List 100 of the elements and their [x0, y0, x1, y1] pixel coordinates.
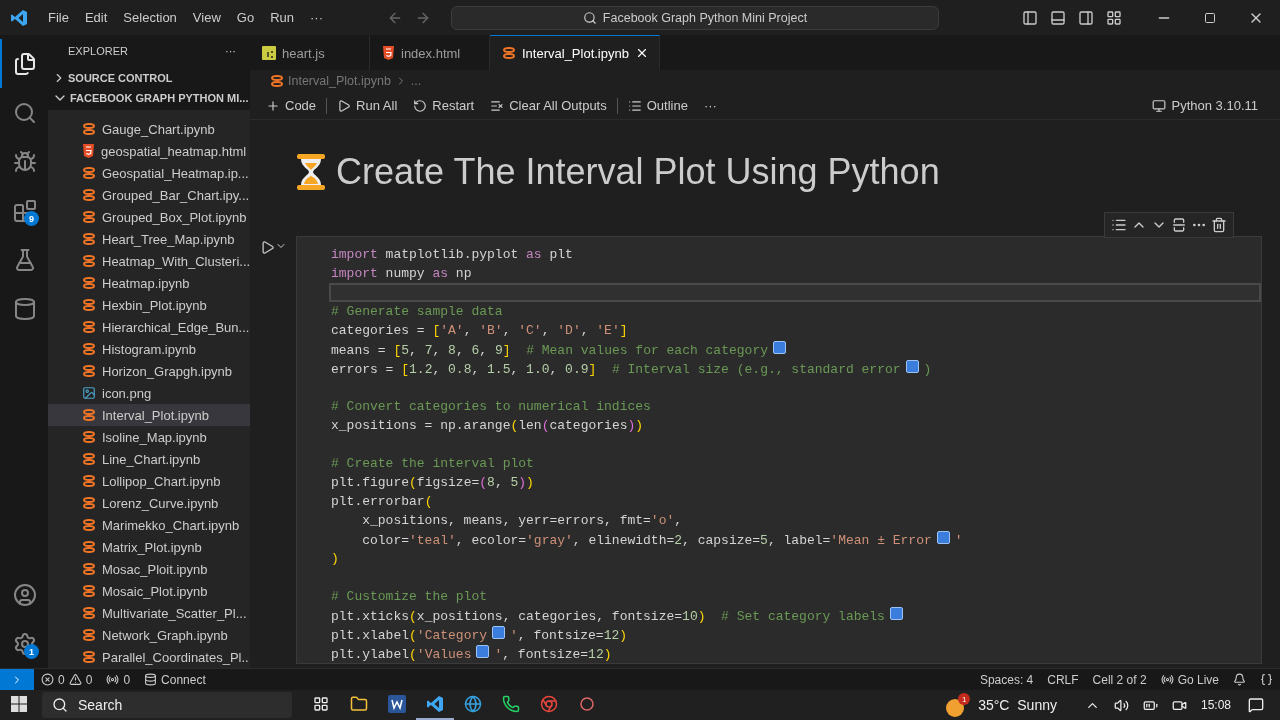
weather-text[interactable]: 35°C Sunny — [978, 697, 1057, 713]
run-cell-icon[interactable] — [259, 240, 275, 255]
explorer-entry[interactable]: Heatmap.ipynb — [48, 272, 250, 294]
explorer-entry[interactable]: Interval_Plot.ipynb — [48, 404, 250, 426]
explorer-entry[interactable]: Mosac_Ploit.ipynb — [48, 558, 250, 580]
menu-item[interactable]: Edit — [76, 10, 116, 25]
more-menu[interactable]: ··· — [302, 10, 331, 25]
explorer-entry[interactable]: Parallel_Coordinates_Pl... — [48, 646, 250, 668]
search-text: Facebook Graph Python Mini Project — [602, 10, 808, 25]
explorer-entry[interactable]: Histogram.ipynb — [48, 338, 250, 360]
notebook-file-icon — [82, 606, 96, 620]
split-cell-icon[interactable] — [1171, 217, 1187, 233]
delete-icon[interactable] — [1211, 217, 1227, 233]
explorer-entry[interactable]: Line_Chart.ipynb — [48, 448, 250, 470]
code-line: # Convert categories to numerical indices — [331, 399, 651, 414]
section-header[interactable]: FACEBOOK GRAPH PYTHON MI... — [48, 87, 250, 108]
notebook-file-icon — [82, 342, 96, 356]
menu-item[interactable]: View — [184, 10, 229, 25]
browser-icon[interactable] — [464, 695, 482, 713]
explorer-entry[interactable]: Multivariate_Scatter_Pl... — [48, 602, 250, 624]
windows-logo-icon[interactable] — [11, 696, 27, 712]
menu-item[interactable]: Run — [262, 10, 302, 25]
notifications-icon[interactable] — [1233, 673, 1246, 686]
more-actions-button[interactable]: ··· — [225, 45, 236, 58]
command-search-field[interactable]: Facebook Graph Python Mini Project — [451, 5, 939, 30]
account-icon[interactable] — [13, 582, 37, 607]
speaker-icon[interactable] — [1113, 697, 1129, 713]
search-icon — [582, 10, 597, 25]
browser-icon[interactable] — [540, 695, 558, 713]
extensions-icon[interactable] — [13, 198, 37, 223]
go-live-button[interactable]: Go Live — [1153, 672, 1226, 687]
flask-icon[interactable] — [13, 247, 37, 272]
notebook-file-icon — [502, 46, 516, 60]
taskbar-search-field[interactable]: Search — [42, 692, 292, 718]
clock-text[interactable]: 15:08 — [1193, 698, 1238, 712]
task-view-icon[interactable] — [313, 696, 329, 712]
weather-sun-icon[interactable] — [946, 699, 965, 717]
database-icon — [144, 673, 158, 686]
cell-status[interactable]: Cell 2 of 2 — [1085, 672, 1154, 687]
menu-item[interactable]: Go — [228, 10, 263, 25]
explorer-entry[interactable]: Mosaic_Plot.ipynb — [48, 580, 250, 602]
explorer-entry[interactable]: Heatmap_With_Clusteri... — [48, 250, 250, 272]
document-app-icon[interactable] — [388, 695, 406, 713]
explorer-entry[interactable]: Grouped_Bar_Chart.ipy... — [48, 184, 250, 206]
toolbar-button[interactable]: Restart — [407, 98, 481, 113]
braces-icon[interactable] — [1260, 673, 1273, 686]
code-line: plt.xlabel('Category ', fontsize=12) — [331, 626, 628, 643]
explorer-entry[interactable]: Gauge_Chart.ipynb — [48, 118, 250, 140]
explorer-entry[interactable]: Isoline_Map.ipynb — [48, 426, 250, 448]
code-cell[interactable] — [296, 236, 1262, 664]
toolbar-button[interactable]: Outline — [621, 98, 694, 113]
explorer-entry[interactable]: Lollipop_Chart.ipynb — [48, 470, 250, 492]
section-header[interactable]: SOURCE CONTROL — [48, 67, 250, 88]
toolbar-button[interactable]: Code — [260, 98, 323, 113]
toolbar-button[interactable]: Clear All Outputs — [484, 98, 613, 113]
menu-item[interactable]: Selection — [115, 10, 185, 25]
layout-icon[interactable] — [1106, 9, 1122, 26]
breadcrumb-item[interactable]: ... — [410, 74, 422, 88]
more-actions-button[interactable]: ··· — [697, 98, 723, 113]
explorer-icon[interactable] — [13, 51, 37, 76]
secondary-sidebar-icon[interactable] — [1078, 9, 1094, 26]
kernel-picker[interactable]: Python 3.10.11 — [1151, 98, 1270, 113]
explorer-entry[interactable]: Grouped_Box_Plot.ipynb — [48, 206, 250, 228]
chat-app-icon[interactable] — [502, 695, 520, 713]
notebook-file-icon — [270, 74, 284, 88]
explorer-entry[interactable]: geospatial_heatmap.html — [48, 140, 250, 162]
explorer-entry[interactable]: Marimekko_Chart.ipynb — [48, 514, 250, 536]
explorer-entry[interactable]: icon.png — [48, 382, 250, 404]
problems-status[interactable]: 0 0 — [34, 672, 100, 687]
explorer-entry[interactable]: Network_Graph.ipynb — [48, 624, 250, 646]
ports-status[interactable]: 0 — [99, 672, 138, 687]
explorer-entry[interactable]: Hierarchical_Edge_Bun... — [48, 316, 250, 338]
breadcrumb-item[interactable]: Interval_Plot.ipynb — [288, 74, 391, 88]
restore-icon[interactable] — [1204, 11, 1216, 24]
notification-center-icon[interactable] — [1248, 697, 1264, 713]
connect-status[interactable]: Connect — [137, 672, 213, 687]
sidebar-toggle-icon[interactable] — [1022, 9, 1038, 26]
code-editor-app-icon[interactable] — [426, 695, 444, 713]
explorer-entry[interactable]: Heart_Tree_Map.ipynb — [48, 228, 250, 250]
panel-toggle-icon[interactable] — [1050, 9, 1066, 26]
explorer-entry[interactable]: Lorenz_Curve.ipynb — [48, 492, 250, 514]
line-ending-status[interactable]: CRLF — [1040, 672, 1086, 687]
indentation-status[interactable]: Spaces: 4 — [972, 672, 1041, 687]
notebook-file-icon — [82, 518, 96, 532]
toolbar-button[interactable]: Run All — [331, 98, 404, 113]
settings-icon[interactable] — [13, 631, 37, 656]
explorer-entry[interactable]: Horizon_Grapgh.ipynb — [48, 360, 250, 382]
code-line: # Generate sample data — [331, 304, 503, 319]
database-icon[interactable] — [13, 296, 37, 321]
debug-icon[interactable] — [13, 149, 37, 174]
explorer-entry[interactable]: Hexbin_Plot.ipynb — [48, 294, 250, 316]
search-icon[interactable] — [13, 100, 37, 125]
editor-tab[interactable]: Interval_Plot.ipynb — [490, 35, 660, 70]
run-by-line-icon[interactable] — [1111, 217, 1127, 233]
explorer-entry[interactable]: Matrix_Plot.ipynb — [48, 536, 250, 558]
menu-item[interactable]: File — [40, 10, 77, 25]
remote-button[interactable] — [0, 668, 34, 691]
app-icon[interactable] — [578, 695, 596, 713]
explorer-entry[interactable]: Geospatial_Heatmap.ip... — [48, 162, 250, 184]
folder-icon[interactable] — [350, 695, 368, 713]
